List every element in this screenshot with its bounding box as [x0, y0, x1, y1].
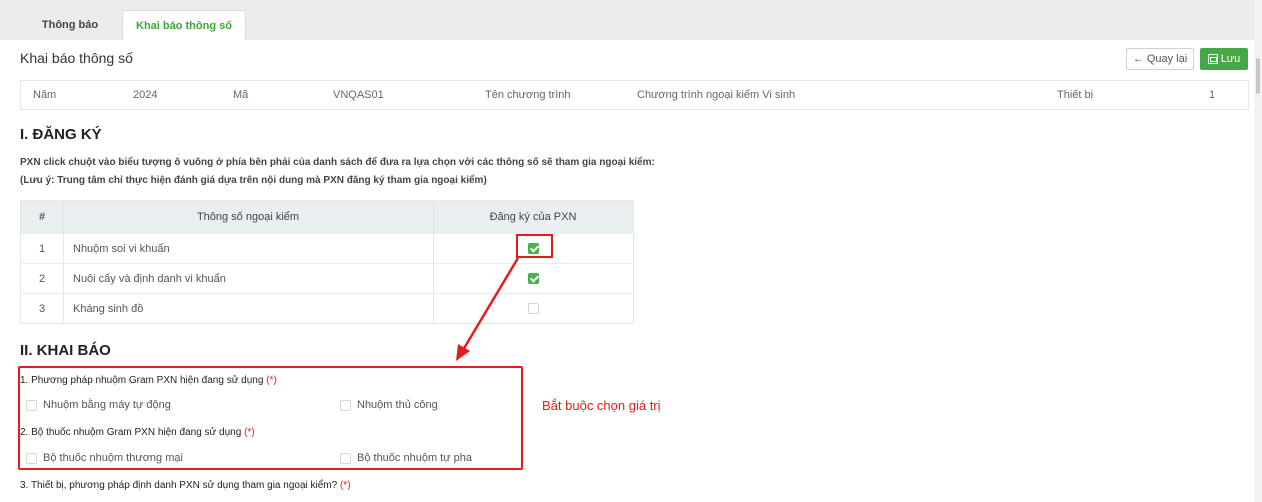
program-name-label: Tên chương trình	[485, 89, 571, 101]
checkbox-checked[interactable]	[527, 273, 539, 284]
column-divider	[433, 201, 434, 323]
section-registration-title: I. ĐĂNG KÝ	[20, 126, 102, 143]
save-button[interactable]: Lưu	[1200, 48, 1248, 70]
save-icon	[1207, 54, 1218, 64]
row-parameter-name: Nuôi cấy và định danh vi khuẩn	[73, 272, 226, 285]
column-divider	[63, 201, 64, 323]
row-registration-cell	[433, 294, 633, 323]
tab-parameter-declaration[interactable]: Khai báo thông số	[122, 10, 246, 40]
save-button-label: Lưu	[1220, 53, 1241, 65]
device-value: 1	[1209, 89, 1216, 101]
tab-notification[interactable]: Thông báo	[20, 10, 120, 40]
scrollbar-thumb[interactable]	[1256, 58, 1260, 94]
row-registration-cell	[433, 264, 633, 293]
highlight-box-checkbox	[516, 234, 553, 258]
table-row: 3 Kháng sinh đồ	[21, 293, 633, 323]
row-parameter-name: Nhuộm soi vi khuẩn	[73, 242, 170, 255]
column-header-parameter: Thông số ngoại kiểm	[196, 211, 300, 223]
table-header: # Thông số ngoại kiểm Đăng ký của PXN	[21, 201, 633, 233]
section-declaration-title: II. KHAI BÁO	[20, 342, 111, 359]
highlight-box-declaration	[18, 366, 523, 470]
program-info-row: Năm 2024 Mã VNQAS01 Tên chương trình Chư…	[20, 80, 1249, 110]
row-index: 2	[38, 272, 46, 285]
year-label: Năm	[33, 89, 57, 101]
arrow-left-icon: ←	[1132, 53, 1144, 65]
checkbox-unchecked[interactable]	[527, 303, 539, 314]
column-header-index: #	[38, 211, 46, 223]
tab-bar: Thông báo Khai báo thông số	[0, 0, 1262, 40]
question-3-label: 3. Thiết bị, phương pháp định danh PXN s…	[20, 480, 351, 491]
row-index: 3	[38, 302, 46, 315]
year-value: 2024	[133, 89, 158, 101]
device-label: Thiết bị	[1057, 89, 1094, 101]
registration-instruction: PXN click chuột vào biểu tượng ô vuông ở…	[20, 157, 655, 168]
table-row: 2 Nuôi cấy và định danh vi khuẩn	[21, 263, 633, 293]
code-label: Mã	[233, 89, 249, 101]
program-name-value: Chương trình ngoại kiểm Vi sinh	[637, 89, 796, 101]
back-button-label: Quay lại	[1146, 53, 1188, 65]
required-callout: Bắt buộc chọn giá trị	[542, 398, 661, 413]
column-header-registration: Đăng ký của PXN	[489, 211, 577, 223]
question-3-text: 3. Thiết bị, phương pháp định danh PXN s…	[20, 480, 338, 491]
page-title: Khai báo thông số	[20, 50, 133, 66]
row-index: 1	[38, 242, 46, 255]
registration-table: # Thông số ngoại kiểm Đăng ký của PXN 1 …	[20, 200, 634, 324]
required-mark: (*)	[339, 480, 351, 491]
row-parameter-name: Kháng sinh đồ	[73, 302, 144, 315]
registration-note: (Lưu ý: Trung tâm chỉ thực hiện đánh giá…	[20, 175, 487, 186]
code-value: VNQAS01	[333, 89, 384, 101]
back-button[interactable]: ← Quay lại	[1126, 48, 1194, 70]
